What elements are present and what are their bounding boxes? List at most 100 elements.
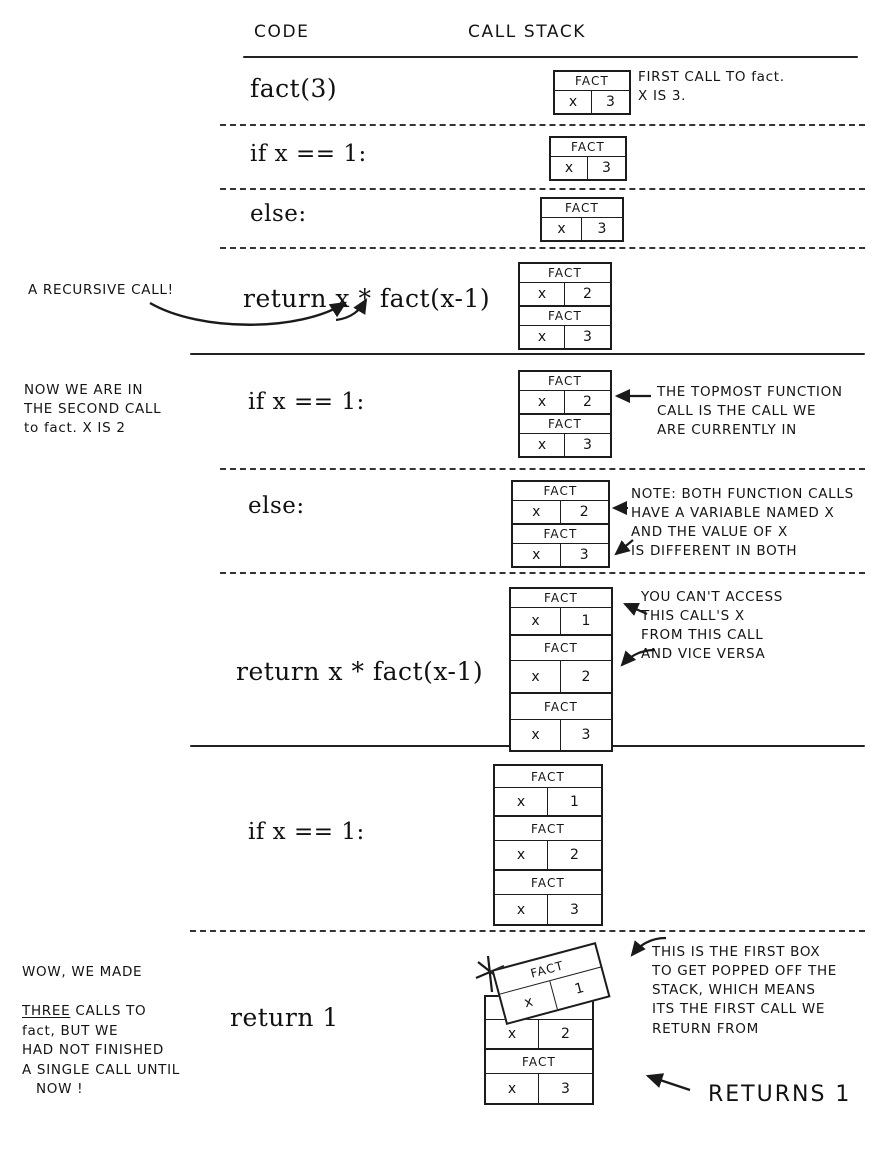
step-separator [220,188,865,190]
stack-frame-vars: x 2 [520,391,610,413]
code-step-4: return x * fact(x-1) [243,284,491,313]
stack-frame-name: FACT [495,817,601,841]
stack-var-value: 2 [583,394,592,410]
column-header-call-stack: CALL STACK [468,22,587,42]
stack-frame-vars: x 3 [551,157,625,179]
stack-var-value: 3 [579,547,589,563]
stack-var-name: x [511,608,561,634]
stack-var-value: 1 [570,793,579,810]
annotation-recursive-call: A RECURSIVE CALL! [28,282,174,298]
stack-var-name: x [542,218,582,240]
stack-frame-name: FACT [520,372,610,391]
call-stack-step-5: FACT x 2 FACT x 3 [518,370,612,458]
stack-var-name: x [511,661,561,692]
stack-var-value: 3 [561,1080,570,1097]
wow-line-4: HAD NOT FINISHED [22,1042,165,1059]
stack-frame-name: FACT [551,138,625,157]
stack-var-value: 2 [583,286,592,302]
stack-var-name: x [495,895,548,924]
stack-frame: FACT x 3 [520,307,610,348]
stack-frame-vars: x 3 [486,1074,592,1103]
stack-var-name: x [513,501,561,523]
call-stack-step-8: FACT x 1 FACT x 2 FACT x 3 [493,764,603,926]
stack-frame-vars: x 3 [513,544,608,566]
stack-frame: FACT x 3 [542,199,622,240]
section-separator [190,353,865,355]
stack-frame-vars: x 1 [495,788,601,815]
stack-frame: FACT x 1 [495,766,601,817]
step-separator [220,468,865,470]
wow-three-emphasis: THREE [22,1003,71,1020]
stack-frame-name: FACT [495,871,601,895]
stack-frame-vars: x 2 [486,1020,592,1048]
stack-frame-vars: x 2 [513,501,608,523]
step-separator [190,930,865,932]
header-rule [243,56,858,58]
stack-var-value: 2 [561,1026,570,1042]
stack-var-value: 1 [581,613,591,629]
stack-frame-vars: x 1 [511,608,611,634]
stack-frame: FACT x 3 [513,525,608,566]
stack-frame-name: FACT [520,415,610,434]
stack-var-name: x [555,91,592,113]
annotation-both-have-x: NOTE: BOTH FUNCTION CALLS HAVE A VARIABL… [631,486,854,560]
stack-frame-name: FACT [513,525,608,544]
annotation-second-call: NOW WE ARE IN THE SECOND CALL to fact. X… [24,382,162,437]
annotation-first-popped: THIS IS THE FIRST BOX TO GET POPPED OFF … [652,944,838,1037]
stack-frame-name: FACT [511,694,611,720]
wow-line-1: WOW, WE MADE [22,964,143,980]
stack-frame-name: FACT [513,482,608,501]
arrow-returns-one [645,1073,691,1092]
stack-frame-name: FACT [520,307,610,326]
stack-frame: FACT x 3 [486,1050,592,1103]
stack-var-name: x [486,1020,539,1048]
stack-var-value: 2 [579,504,589,520]
annotation-topmost-call: THE TOPMOST FUNCTION CALL IS THE CALL WE… [657,384,843,439]
stack-var-name: x [520,391,565,413]
step-separator [220,124,865,126]
call-stack-step-1: FACT x 3 [553,70,631,115]
code-step-8: if x == 1: [248,819,365,845]
stack-frame-vars: x 2 [495,841,601,869]
annotation-returns-one: RETURNS 1 [708,1082,852,1107]
call-stack-step-6: FACT x 2 FACT x 3 [511,480,610,568]
call-stack-step-7: FACT x 1 FACT x 2 FACT x 3 [509,587,613,752]
code-step-2: if x == 1: [250,141,367,167]
stack-frame-name: FACT [542,199,622,218]
stack-frame-name: FACT [511,589,611,608]
call-stack-step-4: FACT x 2 FACT x 3 [518,262,612,350]
stack-frame-name: FACT [555,72,629,91]
stack-frame-name: FACT [486,1050,592,1074]
stack-var-value: 2 [570,847,579,863]
stack-frame-name: FACT [511,636,611,661]
stack-frame-vars: x 3 [511,720,611,750]
stack-frame-vars: x 2 [511,661,611,692]
code-step-5: if x == 1: [248,389,365,415]
annotation-wow-block: WOW, WE MADE THREE CALLS TO fact, BUT WE… [22,963,222,1100]
code-step-1: fact(3) [250,74,338,103]
step-separator [220,247,865,249]
stack-frame: FACT x 2 [520,264,610,307]
step-separator [220,572,865,574]
stack-var-name: x [551,157,588,179]
stack-var-name: x [495,841,548,869]
stack-var-value: 3 [583,437,592,453]
stack-var-value: 3 [602,160,611,176]
stack-var-name: x [520,326,565,348]
call-stack-step-2: FACT x 3 [549,136,627,181]
stack-frame-name: FACT [495,766,601,788]
stack-frame: FACT x 3 [551,138,625,179]
stack-frame-name: FACT [520,264,610,283]
stack-var-value: 3 [597,221,607,237]
stack-frame: FACT x 3 [495,871,601,924]
code-step-9: return 1 [230,1003,339,1032]
stack-frame-vars: x 3 [555,91,629,113]
stack-frame-vars: x 3 [495,895,601,924]
stack-frame-vars: x 3 [520,434,610,456]
stack-frame: FACT x 2 [513,482,608,525]
stack-var-name: x [520,283,565,305]
wow-line-2: THREE CALLS TO [22,983,222,1022]
stack-var-value: 3 [570,901,579,918]
wow-line-5: A SINGLE CALL UNTIL [22,1061,181,1078]
stack-var-value: 3 [581,727,591,743]
